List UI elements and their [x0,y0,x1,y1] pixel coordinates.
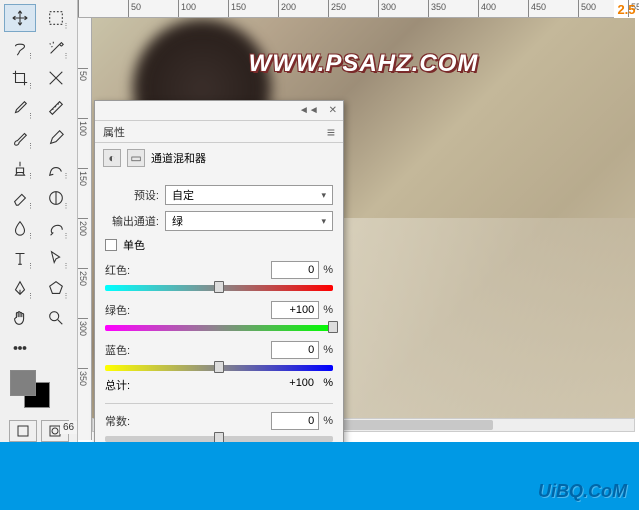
magic-wand-tool[interactable]: ⋮ [40,34,72,62]
constant-input[interactable] [271,412,319,430]
blur-tool[interactable]: ⋮ [4,214,36,242]
pencil-tool[interactable] [40,124,72,152]
horizontal-ruler: 50 100 150 200 250 300 350 400 450 500 5… [78,0,614,18]
constant-unit: % [323,415,333,427]
eyedropper-tool[interactable]: ⋮ [4,94,36,122]
mask-icon: ▭ [127,149,145,167]
move-tool[interactable] [4,4,36,32]
brand-watermark: UiBQ.CoM [538,481,627,502]
history-brush-tool[interactable]: ⋮ [40,154,72,182]
ruler-tick: 450 [528,0,578,17]
total-unit: % [323,377,333,389]
ruler-tool[interactable] [40,94,72,122]
green-slider[interactable] [105,321,333,333]
marquee-tool[interactable]: ⋮ [40,4,72,32]
chevron-down-icon: ▾ [321,216,326,227]
path-select-tool[interactable]: ⋮ [40,244,72,272]
red-unit: % [323,264,333,276]
properties-panel: ◄◄ ✕ 属性 ≡ ◐ ▭ 通道混和器 预设: 自定 ▾ 输出通道: 绿 ▾ 单… [94,100,344,461]
ruler-tick: 350 [428,0,478,17]
vertical-ruler: 50 100 150 200 250 300 350 [78,18,92,440]
panel-tab-properties[interactable]: 属性 [103,124,125,140]
preset-value: 自定 [172,187,194,203]
total-value: +100 [289,377,314,389]
blue-input[interactable] [271,341,319,359]
toolbox: ⋮ ⋮ ⋮ ⋮ ⋮ ⋮ ⋮ ⋮ ⋮ ⋮ ⋮ ⋮ ⋮ ⋮ ⋮ ⋮ [0,0,78,446]
red-label: 红色: [105,262,130,278]
clone-stamp-tool[interactable]: ⋮ [4,154,36,182]
shape-tool[interactable]: ⋮ [40,274,72,302]
red-input[interactable] [271,261,319,279]
green-unit: % [323,304,333,316]
ruler-tick [78,0,128,17]
monochrome-checkbox[interactable] [105,239,117,251]
ruler-tick: 50 [128,0,178,17]
zoom-indicator: 2.5 [614,2,639,17]
crop-tool[interactable]: ⋮ [4,64,36,92]
hand-tool[interactable] [4,304,36,332]
panel-titlebar[interactable]: ◄◄ ✕ [95,101,343,121]
foreground-color-swatch[interactable] [10,370,36,396]
ruler-tick: 200 [278,0,328,17]
blue-unit: % [323,344,333,356]
ruler-tick: 400 [478,0,528,17]
preset-label: 预设: [105,187,159,203]
color-swatches[interactable] [4,368,73,414]
standard-mode-button[interactable] [9,420,37,442]
constant-label: 常数: [105,413,130,429]
taskbar: UiBQ.CoM [0,442,639,510]
ruler-tick: 250 [78,268,88,318]
ruler-tick: 300 [78,318,88,368]
output-channel-select[interactable]: 绿 ▾ [165,211,333,231]
ruler-tick: 50 [78,68,88,118]
preset-select[interactable]: 自定 ▾ [165,185,333,205]
monochrome-label: 单色 [123,237,145,253]
ruler-tick: 350 [78,368,88,418]
dodge-tool[interactable]: ⋮ [40,214,72,242]
adjustment-icon: ◐ [103,149,121,167]
lasso-tool[interactable]: ⋮ [4,34,36,62]
gradient-tool[interactable]: ⋮ [40,184,72,212]
output-channel-label: 输出通道: [105,213,159,229]
close-icon[interactable]: ✕ [329,105,337,116]
panel-title: 通道混和器 [151,150,206,166]
ruler-tick: 100 [178,0,228,17]
zoom-tool[interactable] [40,304,72,332]
output-channel-value: 绿 [172,213,183,229]
ruler-corner-value: 66 [60,421,77,434]
pen-tool[interactable]: ⋮ [4,274,36,302]
edit-toolbar[interactable] [4,334,36,362]
ruler-tick: 250 [328,0,378,17]
blue-slider[interactable] [105,361,333,373]
slice-tool[interactable] [40,64,72,92]
chevron-down-icon: ▾ [321,190,326,201]
green-input[interactable] [271,301,319,319]
panel-menu-icon[interactable]: ≡ [327,124,335,140]
ruler-tick: 300 [378,0,428,17]
total-label: 总计: [105,377,130,393]
ruler-tick: 100 [78,118,88,168]
red-slider[interactable] [105,281,333,293]
eraser-tool[interactable]: ⋮ [4,184,36,212]
collapse-icon[interactable]: ◄◄ [299,105,319,116]
blue-label: 蓝色: [105,342,130,358]
watermark-text: WWW.PSAHZ.COM [249,50,479,78]
type-tool[interactable]: ⋮ [4,244,36,272]
ruler-tick: 150 [78,168,88,218]
ruler-tick: 200 [78,218,88,268]
green-label: 绿色: [105,302,130,318]
ruler-tick: 150 [228,0,278,17]
brush-tool[interactable]: ⋮ [4,124,36,152]
